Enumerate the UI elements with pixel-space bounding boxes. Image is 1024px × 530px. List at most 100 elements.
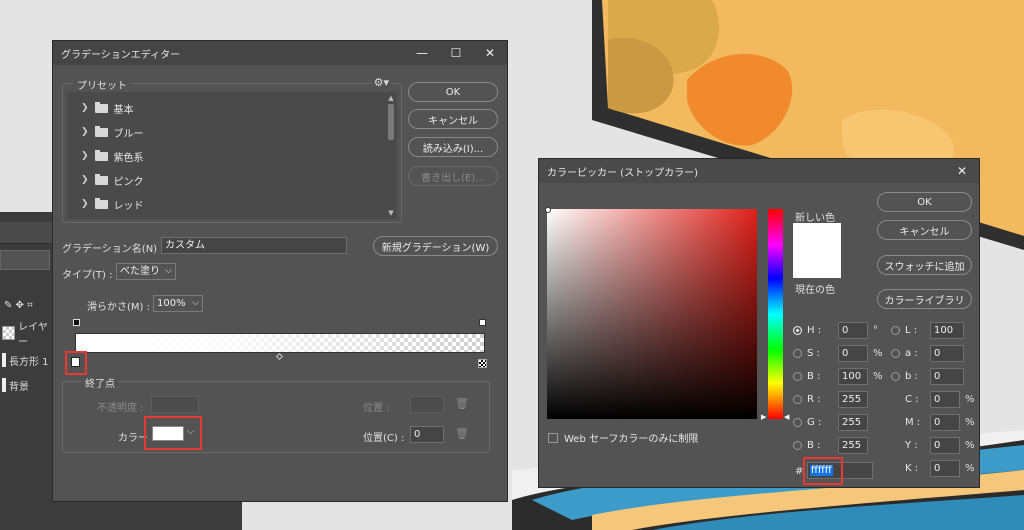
trash-icon[interactable]: 🗑 [455, 397, 469, 410]
preset-folder[interactable]: ❯ ブルー [81, 123, 144, 141]
scroll-thumb[interactable] [388, 104, 394, 140]
gear-icon[interactable]: ⚙▾ [371, 76, 391, 89]
a-radio[interactable] [891, 349, 900, 358]
opacity-stop-left[interactable] [73, 319, 80, 326]
k-label: K : [905, 463, 919, 474]
lab-b-input[interactable]: 0 [930, 368, 964, 385]
l-radio[interactable] [891, 326, 900, 335]
trash-icon[interactable]: 🗑 [455, 427, 469, 440]
c-row: C : 0 % [905, 391, 975, 408]
layer-thumbnail [2, 378, 6, 392]
r-radio[interactable] [793, 395, 802, 404]
load-button[interactable]: 読み込み(I)... [408, 137, 498, 157]
chevron-right-icon[interactable]: ❯ [81, 199, 89, 209]
color-picker-dialog: カラーピッカー (ストップカラー) ✕ ▶ ◀ 新しい色 現在の色 OK キャン… [538, 158, 980, 488]
close-icon[interactable]: ✕ [473, 46, 507, 60]
hue-slider-right-arrow[interactable]: ◀ [784, 413, 789, 421]
web-safe-row: Web セーフカラーのみに制限 [548, 430, 698, 445]
h-input[interactable]: 0 [838, 322, 868, 339]
preset-folder[interactable]: ❯ レッド [81, 195, 144, 213]
cancel-button[interactable]: キャンセル [408, 109, 498, 129]
preset-folder[interactable]: ❯ ピンク [81, 171, 144, 189]
opacity-input[interactable] [151, 396, 199, 413]
r-row: R : 255 [793, 391, 868, 408]
hue-slider[interactable] [768, 209, 783, 419]
layer-row-rectangle[interactable]: 長方形 1 [0, 349, 55, 371]
layer-row-background[interactable]: 背景 [0, 374, 55, 396]
smoothness-input[interactable]: 100% ⌵ [153, 295, 203, 312]
b-radio[interactable] [793, 372, 802, 381]
scroll-down-icon[interactable]: ▼ [387, 209, 395, 217]
gradient-name-input[interactable]: カスタム [161, 237, 347, 254]
preset-folder[interactable]: ❯ 紫色系 [81, 147, 144, 165]
c-input[interactable]: 0 [930, 391, 960, 408]
color-field-cursor[interactable] [545, 207, 551, 213]
midpoint-diamond[interactable] [275, 352, 284, 361]
new-gradient-button[interactable]: 新規グラデーション(W) [373, 236, 498, 256]
chevron-right-icon[interactable]: ❯ [81, 127, 89, 137]
g-radio[interactable] [793, 418, 802, 427]
y-label: Y : [905, 440, 918, 451]
color-libraries-button[interactable]: カラーライブラリ [877, 289, 972, 309]
b-input[interactable]: 100 [838, 368, 868, 385]
add-to-swatches-button[interactable]: スウォッチに追加 [877, 255, 972, 275]
gradient-preview-bar[interactable] [75, 333, 485, 353]
folder-label: ブルー [113, 128, 144, 140]
new-color-label: 新しい色 [795, 213, 835, 224]
y-input[interactable]: 0 [930, 437, 960, 454]
m-input[interactable]: 0 [930, 414, 960, 431]
blue-input[interactable]: 255 [838, 437, 868, 454]
color-stop-right[interactable] [478, 359, 487, 368]
k-input[interactable]: 0 [930, 460, 960, 477]
r-input[interactable]: 255 [838, 391, 868, 408]
preset-folder[interactable]: ❯ 基本 [81, 99, 134, 117]
dialog-title: グラデーションエディター [61, 49, 181, 61]
web-safe-label: Web セーフカラーのみに制限 [564, 434, 699, 445]
lab-b-row: b : 0 [891, 368, 964, 385]
s-input[interactable]: 0 [838, 345, 868, 362]
m-row: M : 0 % [905, 414, 975, 431]
g-input[interactable]: 255 [838, 414, 868, 431]
opacity-stop-right[interactable] [479, 319, 486, 326]
l-input[interactable]: 100 [930, 322, 964, 339]
cancel-button[interactable]: キャンセル [877, 220, 972, 240]
layer-row-partial[interactable]: レイヤー [0, 322, 55, 348]
color-field[interactable] [547, 209, 757, 419]
minimize-icon[interactable]: — [405, 46, 439, 60]
opacity-label: 不透明度 : [97, 403, 144, 414]
color-location-label: 位置(C) : [363, 433, 405, 444]
a-input[interactable]: 0 [930, 345, 964, 362]
lab-b-radio[interactable] [891, 372, 900, 381]
s-radio[interactable] [793, 349, 802, 358]
opacity-location-input[interactable] [410, 396, 444, 413]
highlight-color-swatch [144, 416, 202, 450]
current-color-label: 現在の色 [795, 285, 835, 296]
layer-lock-toolbar: ✎ ✥ ⌗ [4, 300, 33, 311]
blue-row: B : 255 [793, 437, 868, 454]
presets-scrollbar[interactable]: ▲ ▼ [387, 94, 395, 217]
highlight-color-stop [65, 351, 87, 375]
color-location-input[interactable]: 0 [410, 426, 444, 443]
maximize-icon[interactable]: ☐ [439, 46, 473, 60]
ok-button[interactable]: OK [408, 82, 498, 102]
folder-label: 紫色系 [113, 152, 144, 164]
smoothness-value: 100% [157, 298, 186, 309]
web-safe-checkbox[interactable] [548, 432, 558, 443]
chevron-right-icon[interactable]: ❯ [81, 151, 89, 161]
blend-mode-dropdown-partial[interactable] [0, 250, 50, 270]
hue-slider-left-arrow[interactable]: ▶ [761, 413, 766, 421]
blue-radio[interactable] [793, 441, 802, 450]
export-button[interactable]: 書き出し(E)... [408, 166, 498, 186]
h-radio[interactable] [793, 326, 802, 335]
chevron-right-icon[interactable]: ❯ [81, 175, 89, 185]
stops-group: 終了点 不透明度 : 位置 : 🗑 カラー : ⌵ 位置(C) : 0 🗑 [62, 375, 490, 453]
folder-icon [94, 125, 108, 137]
type-select[interactable]: べた塗り ⌵ [116, 263, 176, 280]
presets-label: プリセット [73, 77, 131, 92]
k-row: K : 0 % [905, 460, 975, 477]
chevron-right-icon[interactable]: ❯ [81, 103, 89, 113]
ok-button[interactable]: OK [877, 192, 972, 212]
scroll-up-icon[interactable]: ▲ [387, 94, 395, 102]
l-row: L : 100 [891, 322, 964, 339]
close-icon[interactable]: ✕ [945, 164, 979, 178]
